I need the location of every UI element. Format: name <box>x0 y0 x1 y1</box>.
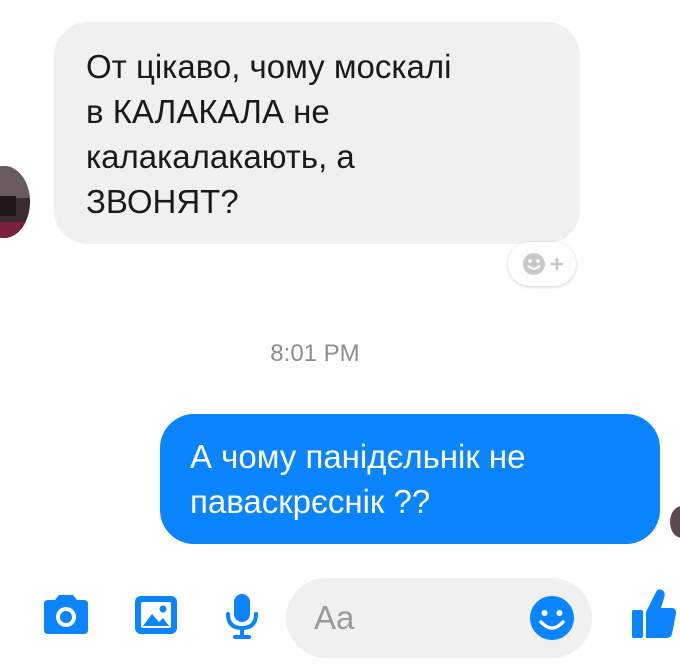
emoji-icon <box>530 596 574 640</box>
incoming-message-bubble[interactable]: От цікаво, чому москалі в КАЛАКАЛА не ка… <box>54 22 580 244</box>
read-receipt-avatar <box>670 506 680 538</box>
camera-icon <box>44 595 88 634</box>
emoji-button[interactable] <box>528 594 576 647</box>
add-reaction-icon <box>523 253 564 275</box>
microphone-button[interactable] <box>222 592 262 649</box>
message-line: в КАЛАКАЛА не <box>86 93 330 130</box>
message-compose-box[interactable] <box>286 578 592 658</box>
message-line: От цікаво, чому москалі <box>86 48 452 85</box>
message-timestamp: 8:01 PM <box>270 340 360 367</box>
outgoing-message-bubble[interactable]: А чому панідєльнік не паваскрєснік ?? <box>160 414 660 544</box>
add-reaction-button[interactable] <box>508 242 576 286</box>
chat-screen: От цікаво, чому москалі в КАЛАКАЛА не ка… <box>0 0 680 670</box>
like-button[interactable] <box>630 586 676 647</box>
camera-button[interactable] <box>40 592 92 643</box>
microphone-icon <box>226 594 258 639</box>
image-icon <box>135 596 177 634</box>
gallery-button[interactable] <box>132 592 180 643</box>
message-line: А чому панідєльнік не <box>190 438 526 475</box>
message-line: калакалакають, а <box>86 138 355 175</box>
message-line: паваскрєснік ?? <box>190 483 431 520</box>
message-line: ЗВОНЯТ? <box>86 183 239 220</box>
message-input[interactable] <box>314 596 514 640</box>
thumbs-up-icon <box>632 589 676 638</box>
contact-avatar[interactable] <box>0 166 30 238</box>
